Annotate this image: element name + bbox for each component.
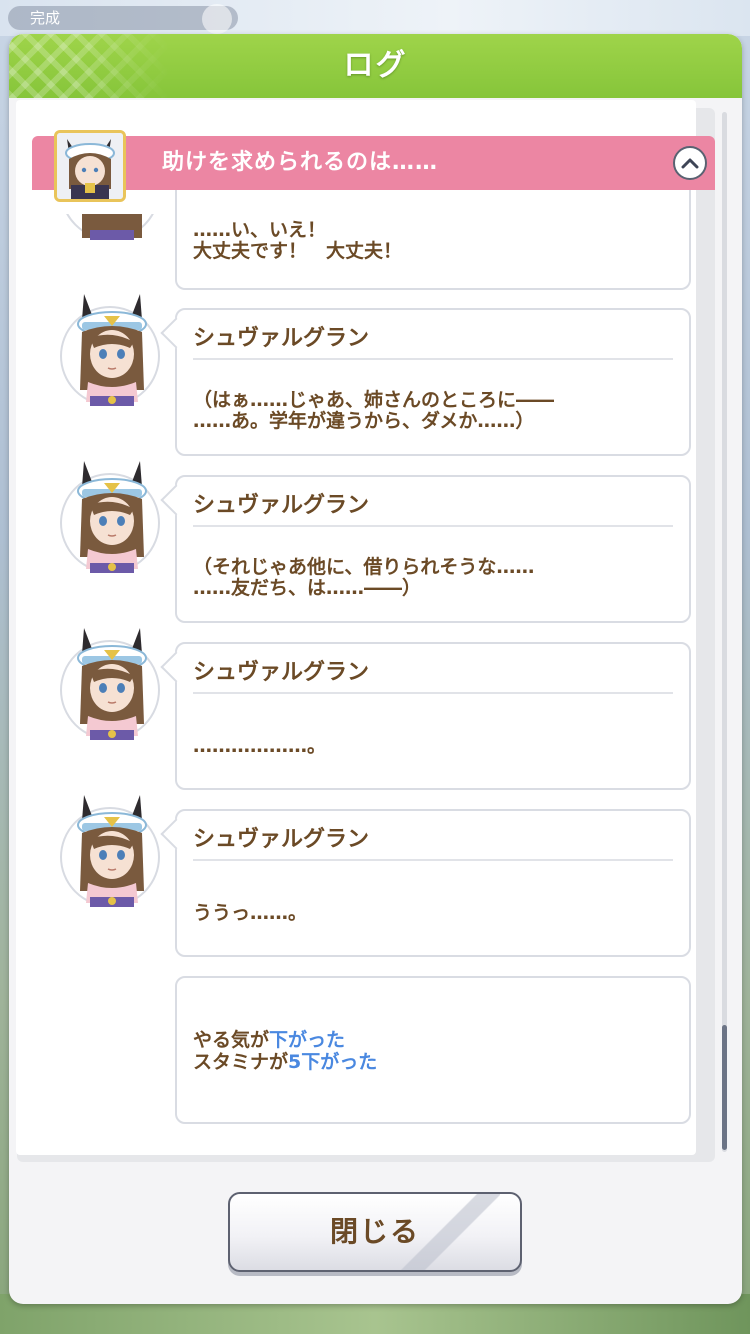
close-button-label: 閉じる	[329, 1215, 420, 1248]
avatar	[60, 294, 160, 406]
log-entry-text: （はぁ……じゃあ、姉さんのところに―― ……あ。学年が違うから、ダメか……）	[193, 389, 555, 432]
character-portrait-icon	[77, 294, 147, 406]
dialog-header: ログ	[9, 34, 742, 98]
log-entry: シュヴァルグラン ううっ……。	[160, 809, 691, 957]
log-entry: シュヴァルグラン ………………。	[160, 642, 691, 790]
log-entry: ……い、いえ！ 大丈夫です！ 大丈夫！	[175, 186, 691, 290]
speaker-name: シュヴァルグラン	[193, 652, 673, 694]
character-portrait-icon	[77, 628, 147, 740]
log-entry: シュヴァルグラン （それじゃあ他に、借りられそうな…… ……友だち、は……――）	[160, 475, 691, 623]
scrollbar-thumb[interactable]	[722, 1025, 727, 1150]
result-line-2: スタミナが5下がった	[193, 1052, 673, 1073]
log-entry-text: （それじゃあ他に、借りられそうな…… ……友だち、は……――）	[193, 556, 535, 599]
chapter-title: 助けを求められるのは……	[162, 150, 439, 175]
result-line-1-value: 下がった	[269, 1029, 346, 1051]
chapter-banner[interactable]: 助けを求められるのは……	[32, 136, 715, 190]
log-entry-text: ………………。	[193, 735, 327, 757]
speaker-name: シュヴァルグラン	[193, 819, 673, 861]
avatar	[60, 461, 160, 573]
collapse-button[interactable]	[673, 146, 707, 180]
result-line-1: やる気が下がった	[193, 1030, 673, 1051]
dialog-title: ログ	[343, 48, 408, 83]
log-entry-text: ……い、いえ！ 大丈夫です！ 大丈夫！	[193, 219, 403, 262]
chevron-up-icon	[681, 158, 699, 169]
character-thumbnail-icon	[57, 133, 123, 199]
speaker-name: シュヴァルグラン	[193, 318, 673, 360]
speaker-name: シュヴァルグラン	[193, 485, 673, 527]
chapter-thumbnail	[54, 130, 126, 202]
close-button[interactable]: 閉じる	[228, 1192, 522, 1272]
avatar	[60, 628, 160, 740]
background-status-bar: 完成	[0, 0, 750, 36]
result-entry: やる気が下がった スタミナが5下がった	[175, 976, 691, 1124]
log-entry-text: ううっ……。	[193, 902, 308, 924]
result-line-2-value: 5下がった	[288, 1051, 378, 1073]
log-entry: シュヴァルグラン （はぁ……じゃあ、姉さんのところに―― ……あ。学年が違うから…	[160, 308, 691, 456]
background-status-icon	[202, 4, 232, 34]
avatar	[60, 795, 160, 907]
result-line-1-label: やる気が	[193, 1029, 270, 1051]
result-line-2-label: スタミナが	[193, 1051, 289, 1073]
character-portrait-icon	[77, 795, 147, 907]
character-portrait-icon	[77, 461, 147, 573]
scrollbar-track[interactable]	[722, 112, 727, 1152]
